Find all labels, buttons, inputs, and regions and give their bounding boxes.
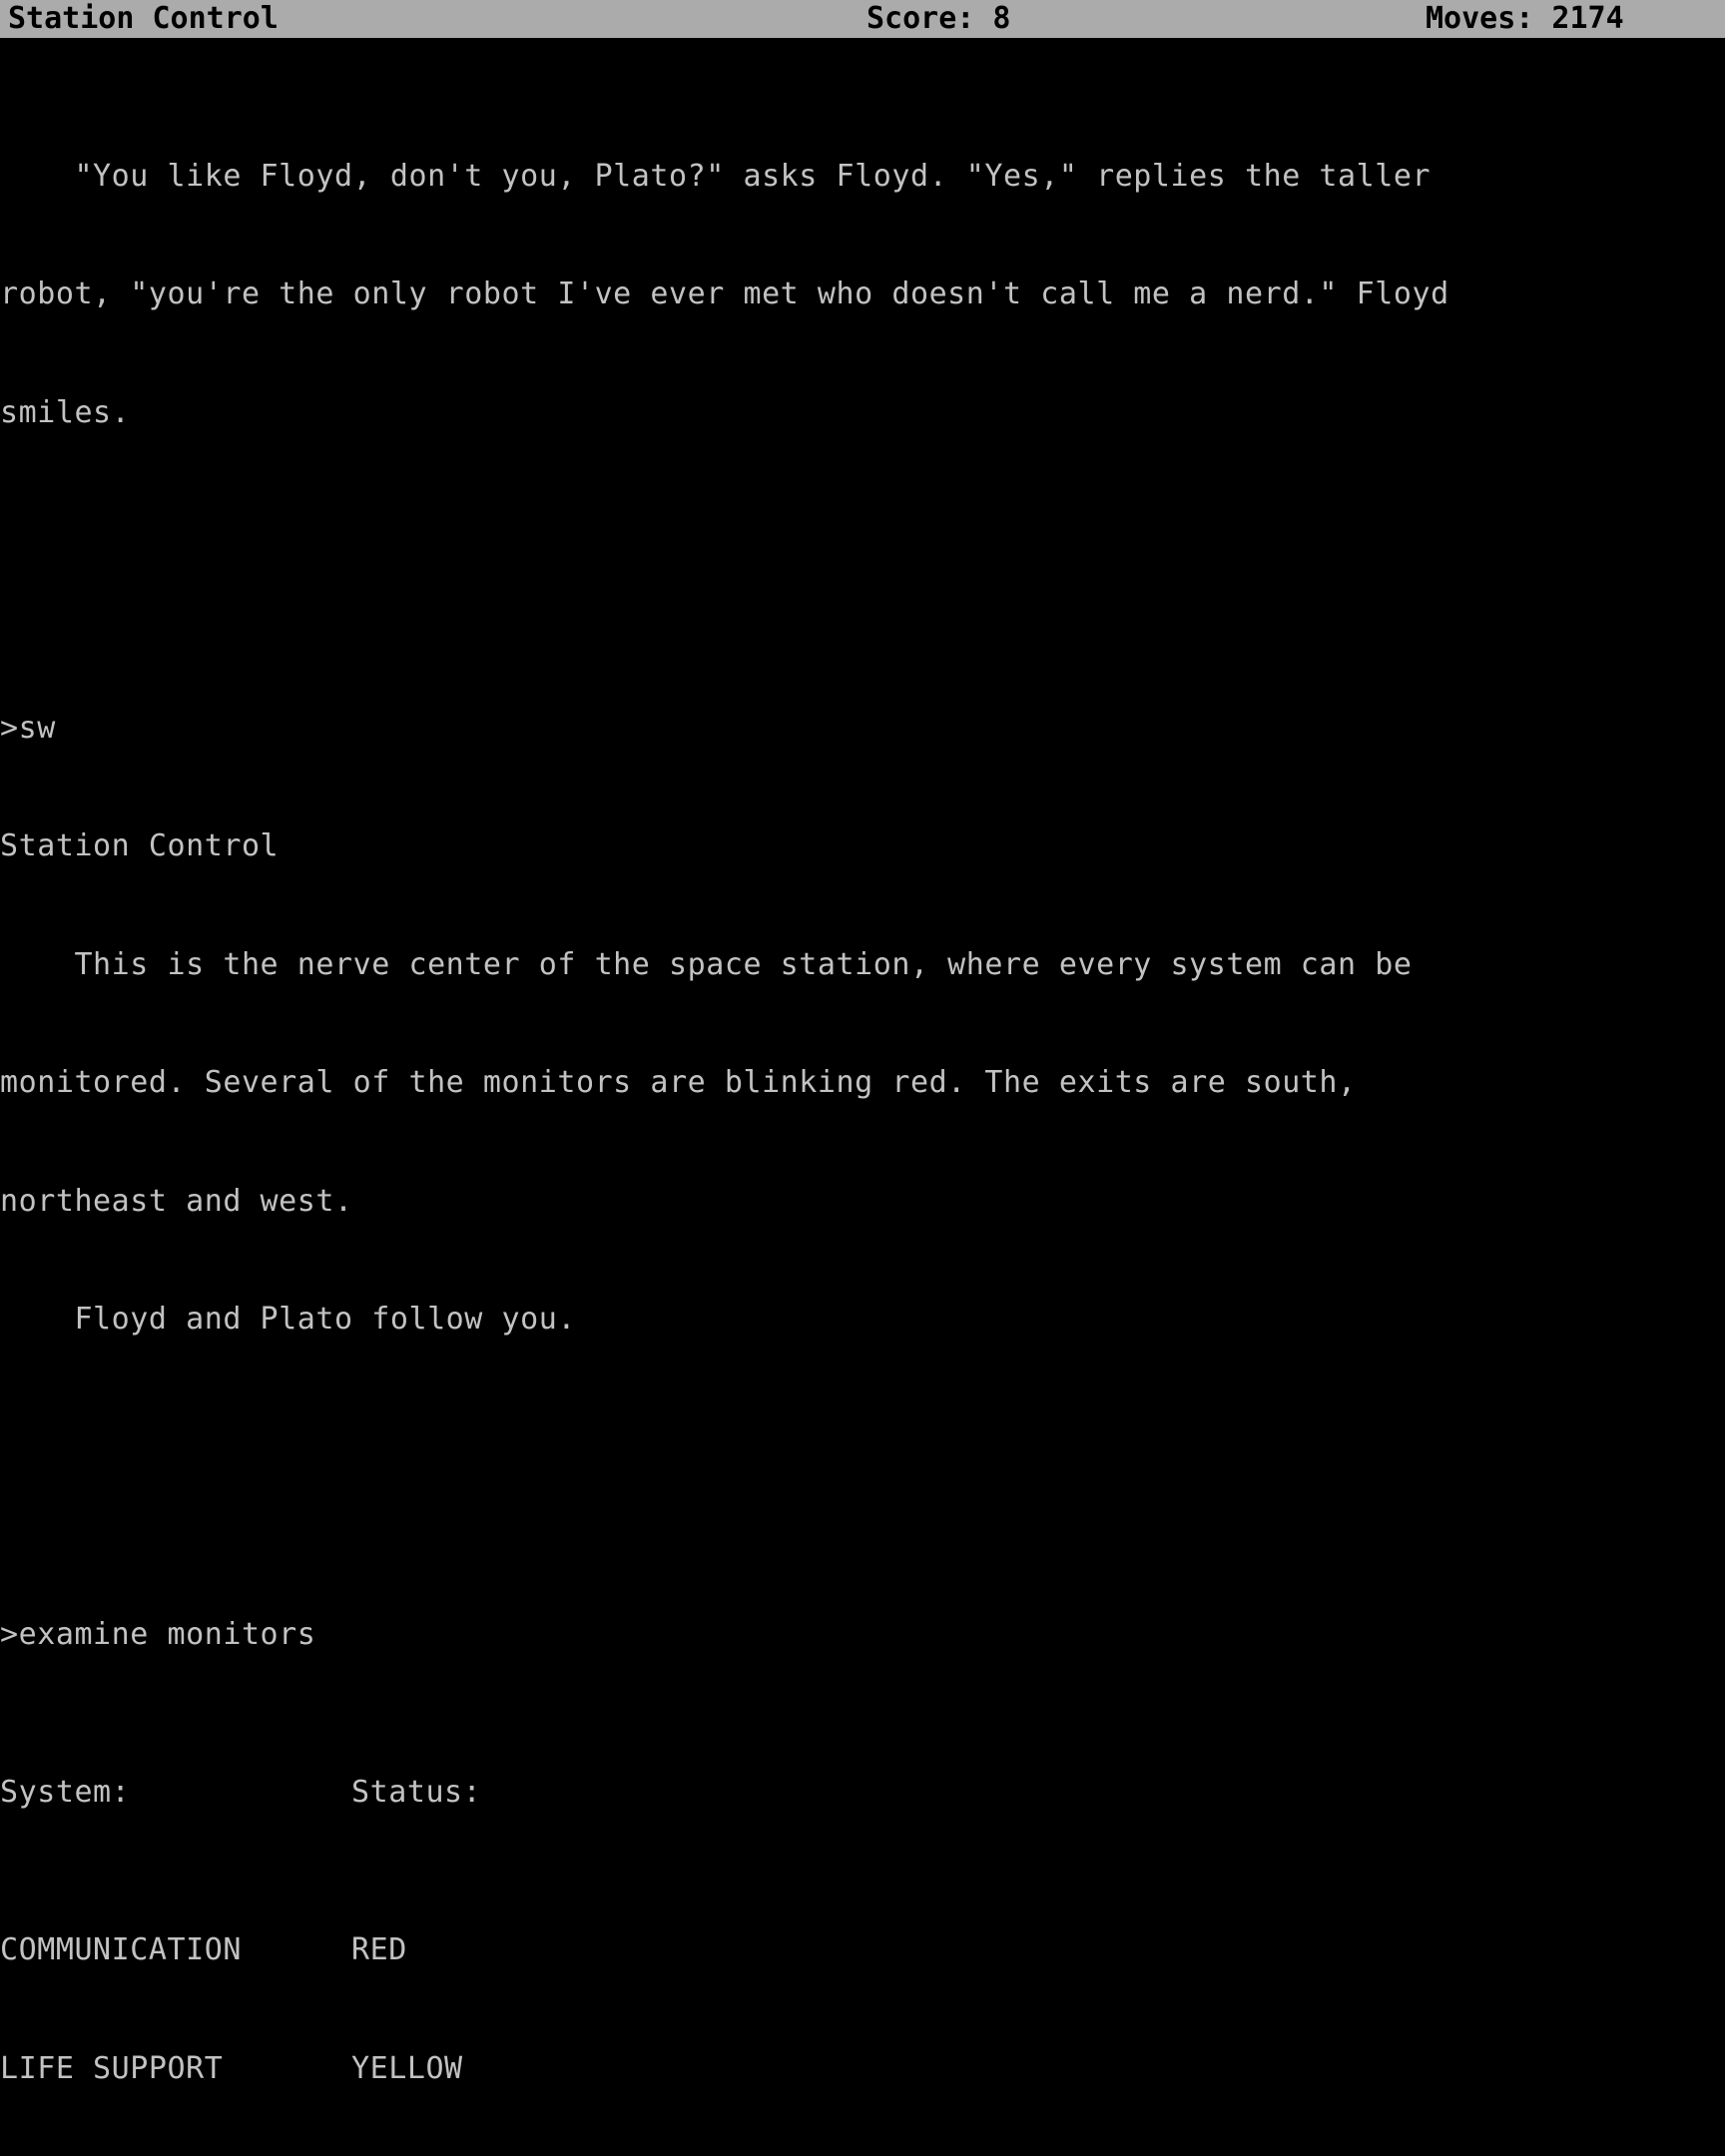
status-bar-moves: Moves: 2174 <box>1426 1 1624 36</box>
monitor-header-status: Status: <box>351 1775 482 1810</box>
player-command: >examine monitors <box>0 1617 316 1652</box>
monitor-status-value: YELLOW <box>351 2050 463 2086</box>
status-bar-location: Station Control <box>8 1 279 36</box>
monitor-table-row: COMMUNICATION RED <box>0 1930 1725 1970</box>
room-description-line: This is the nerve center of the space st… <box>0 946 1413 982</box>
narration-line: robot, "you're the only robot I've ever … <box>0 276 1449 311</box>
narration-line: smiles. <box>0 394 131 430</box>
room-title: Station Control <box>0 828 280 863</box>
monitor-table-row: LIFE SUPPORT YELLOW <box>0 2049 1725 2089</box>
monitor-system-name: LIFE SUPPORT <box>0 2050 224 2086</box>
monitor-status-value: RED <box>351 1932 407 1967</box>
monitor-header-system: System: <box>0 1775 131 1810</box>
room-description-line: northeast and west. <box>0 1183 353 1219</box>
npc-follow-line: Floyd and Plato follow you. <box>0 1302 576 1337</box>
status-bar: Station Control Score: 8 Moves: 2174 <box>0 0 1725 38</box>
room-description-line: monitored. Several of the monitors are b… <box>0 1065 1357 1100</box>
game-screen: Station Control Score: 8 Moves: 2174 "Yo… <box>0 0 1725 2086</box>
monitor-system-name: COMMUNICATION <box>0 1932 242 1967</box>
player-command: >sw <box>0 710 56 746</box>
game-transcript[interactable]: "You like Floyd, don't you, Plato?" asks… <box>0 38 1725 2156</box>
narration-line: "You like Floyd, don't you, Plato?" asks… <box>0 158 1432 194</box>
monitor-table-header: System: Status: <box>0 1773 1725 1813</box>
status-bar-score: Score: 8 <box>866 1 1011 36</box>
